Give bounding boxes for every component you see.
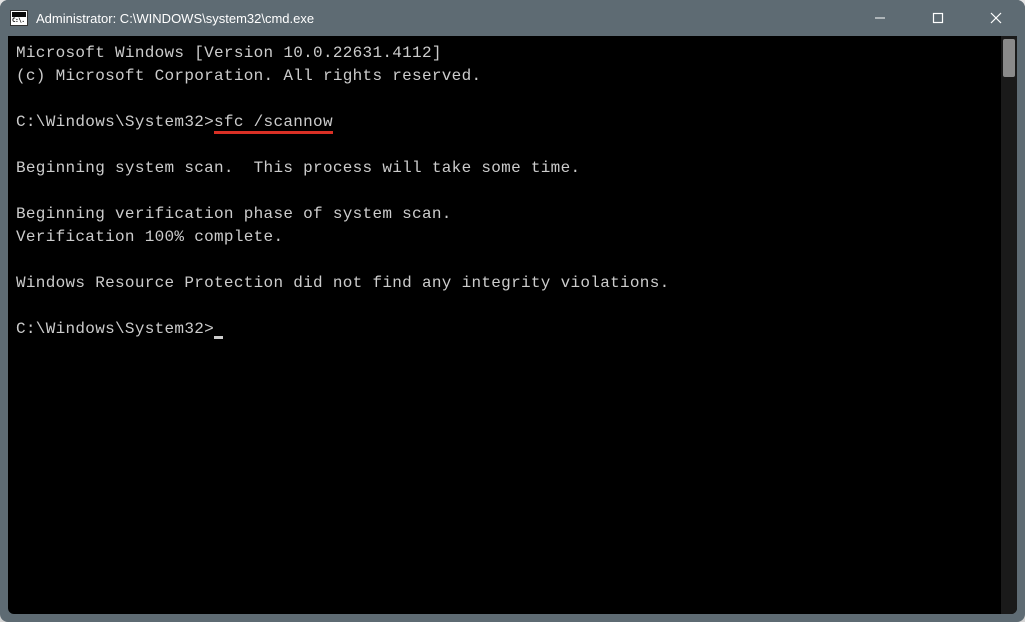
output-line: Beginning system scan. This process will… (16, 159, 580, 177)
output-line: Microsoft Windows [Version 10.0.22631.41… (16, 44, 442, 62)
terminal-output[interactable]: Microsoft Windows [Version 10.0.22631.41… (8, 36, 1001, 614)
prompt-path: C:\Windows\System32> (16, 320, 214, 338)
close-button[interactable] (967, 0, 1025, 36)
cmd-icon-label: C:\. (12, 17, 24, 24)
scrollbar-thumb[interactable] (1003, 39, 1015, 77)
maximize-button[interactable] (909, 0, 967, 36)
window-controls (851, 0, 1025, 36)
output-line: Beginning verification phase of system s… (16, 205, 452, 223)
cmd-icon: C:\. (10, 10, 28, 26)
close-icon (990, 12, 1002, 24)
maximize-icon (932, 12, 944, 24)
output-line: Windows Resource Protection did not find… (16, 274, 670, 292)
prompt-path: C:\Windows\System32> (16, 113, 214, 131)
terminal-area: Microsoft Windows [Version 10.0.22631.41… (8, 36, 1017, 614)
output-line: Verification 100% complete. (16, 228, 283, 246)
minimize-button[interactable] (851, 0, 909, 36)
titlebar[interactable]: C:\. Administrator: C:\WINDOWS\system32\… (0, 0, 1025, 36)
output-line: (c) Microsoft Corporation. All rights re… (16, 67, 481, 85)
command-input: sfc /scannow (214, 113, 333, 134)
cmd-window: C:\. Administrator: C:\WINDOWS\system32\… (0, 0, 1025, 622)
cursor (214, 336, 223, 339)
scrollbar-track[interactable] (1001, 36, 1017, 614)
minimize-icon (874, 12, 886, 24)
window-title: Administrator: C:\WINDOWS\system32\cmd.e… (36, 11, 851, 26)
